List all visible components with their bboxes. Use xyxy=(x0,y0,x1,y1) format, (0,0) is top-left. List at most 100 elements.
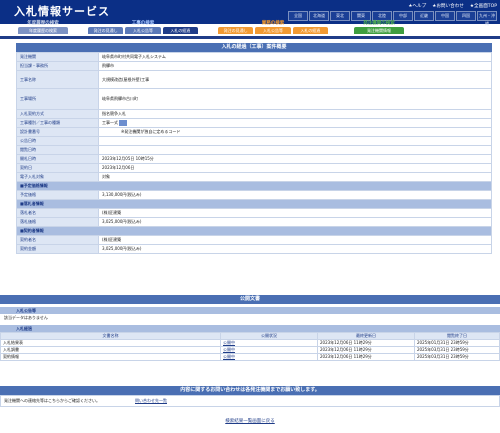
table-row: 工事場所 岐阜県飛驒市古川町 xyxy=(16,88,492,110)
table-header-row: 文書名称 公開状況 最終更新日 閲覧終了日 xyxy=(0,332,500,340)
col-status: 公開状況 xyxy=(220,332,318,340)
table-row: 落札価格 3,025,000円(税込み) xyxy=(16,217,492,227)
row-value: 2023年12月05日 10時15分 xyxy=(98,154,492,164)
table-row: 発注機関 岐阜県市町村共同電子入札システム xyxy=(16,52,492,62)
row-label: 予定価格 xyxy=(16,190,99,200)
table-row: 工事種別／工事の種類 工事一式 xyxy=(16,118,492,128)
section-row: ■予定価格情報 xyxy=(16,181,492,191)
construction-outlook-tab[interactable]: 発注の見通し xyxy=(88,27,124,34)
doc-status-link[interactable]: 公開中 xyxy=(220,353,318,361)
top-link[interactable]: ★全画面TOP xyxy=(470,3,497,9)
doc-updated: 2023年12月06日 11時29分 xyxy=(317,339,415,347)
row-value: 3,025,000円(税込み) xyxy=(98,217,492,227)
doc-name: 入札調書 xyxy=(0,346,221,354)
doc-updated: 2023年12月06日 11時29分 xyxy=(317,346,415,354)
nav-group-label: 業務の検索 xyxy=(261,21,285,26)
row-label: 契約日 xyxy=(16,163,99,173)
row-label: 契約金額 xyxy=(16,244,99,254)
inquiry-heading: 内容に関するお問い合わせは各発注機関までお願い致します。 xyxy=(0,386,500,395)
nav-group-label: 発注機関の検索 xyxy=(363,21,395,26)
agency-info-tab[interactable]: 発注機関情報 xyxy=(354,27,404,34)
detail-section: 入札の経過（工事）案件概要 発注機関 岐阜県市町村共同電子入札システム 担当課・事… xyxy=(16,43,492,254)
table-row: 入札調書 公開中 2023年12月06日 11時29分 2025年03月31日 … xyxy=(0,346,500,354)
row-label: 担当課・事務所 xyxy=(16,61,99,71)
row-value: 工事一式 xyxy=(98,118,492,128)
notice-heading: 入札公告等 xyxy=(0,307,500,314)
row-label: 設計書番号 xyxy=(16,127,99,137)
row-value xyxy=(98,145,492,155)
table-row: 入札契約方式 指名競争入札 xyxy=(16,109,492,119)
nav-group-service: 業務の検索 発注の見通し 入札公告等 入札の経過 xyxy=(218,20,328,34)
section-row: ■契約者情報 xyxy=(16,226,492,236)
progress-heading: 入札経過 xyxy=(0,325,500,332)
row-value: 飛驒市 xyxy=(98,61,492,71)
col-updated: 最終更新日 xyxy=(317,332,415,340)
contract-section-label: ■契約者情報 xyxy=(16,226,492,236)
table-row: 担当課・事務所 飛驒市 xyxy=(16,61,492,71)
row-value: 大規模改造(屋根外壁)工事 xyxy=(98,70,492,89)
doc-end: 2025年03月31日 23時59分 xyxy=(414,353,500,361)
history-search-button[interactable]: 年度履歴の検索 xyxy=(18,27,68,34)
inquiry-list-link[interactable]: 問い合わせ先一覧 xyxy=(134,396,167,406)
table-row: 閲覧日時 xyxy=(16,145,492,155)
doc-name: 入札結果表 xyxy=(0,339,221,347)
service-notice-tab[interactable]: 入札公告等 xyxy=(255,27,291,34)
table-row: 予定価格 3,130,000円(税込み) xyxy=(16,190,492,200)
table-row: 入札結果表 公開中 2023年12月06日 11時29分 2025年01月31日… xyxy=(0,339,500,347)
row-label: 公告日時 xyxy=(16,136,99,146)
row-value: 岐阜県市町村共同電子入札システム xyxy=(98,52,492,62)
doc-status-link[interactable]: 公開中 xyxy=(220,339,318,347)
col-doc-name: 文書名称 xyxy=(0,332,221,340)
row-label: 工事種別／工事の種類 xyxy=(16,118,99,128)
nav-group-label: 工事の検索 xyxy=(131,21,155,26)
nav-group-agency: 発注機関の検索 発注機関情報 xyxy=(354,20,404,34)
section-row: ■落札者情報 xyxy=(16,199,492,209)
help-link[interactable]: ★ヘルプ xyxy=(408,3,426,9)
row-label: 電子入札対象 xyxy=(16,172,99,182)
nav-underline xyxy=(0,36,500,39)
row-value: ※発注機関が独自に定めるコード xyxy=(98,127,492,137)
table-row: 設計書番号 ※発注機関が独自に定めるコード xyxy=(16,127,492,137)
row-value: (株)匠建築 xyxy=(98,235,492,245)
documents-heading: 公開文書 xyxy=(0,295,500,304)
doc-end: 2025年01月31日 23時59分 xyxy=(414,339,500,347)
table-row: 電子入札対象 対象 xyxy=(16,172,492,182)
nav-group-construction: 工事の検索 発注の見通し 入札公告等 入札の経過 xyxy=(88,20,198,34)
row-label: 契約者名 xyxy=(16,235,99,245)
row-value: 2023年12月06日 xyxy=(98,163,492,173)
back-to-results-link[interactable]: 検索結果一覧画面に戻る xyxy=(0,418,500,424)
doc-end: 2025年03月31日 23時59分 xyxy=(414,346,500,354)
table-row: 契約者名 (株)匠建築 xyxy=(16,235,492,245)
app-title: 入札情報サービス xyxy=(14,5,110,18)
doc-name: 契約情報 xyxy=(0,353,221,361)
row-label: 落札者名 xyxy=(16,208,99,218)
service-outlook-tab[interactable]: 発注の見通し xyxy=(218,27,254,34)
header-links: ★ヘルプ ★お問い合わせ ★全画面TOP xyxy=(408,3,497,9)
row-value: 3,130,000円(税込み) xyxy=(98,190,492,200)
table-row: 工事名称 大規模改造(屋根外壁)工事 xyxy=(16,70,492,89)
nav-group-history: 年度履歴の検索 年度履歴の検索 xyxy=(18,20,68,34)
construction-notice-tab[interactable]: 入札公告等 xyxy=(125,27,161,34)
documents-section: 公開文書 入札公告等 該当データはありません 入札経過 文書名称 公開状況 最終… xyxy=(0,295,500,361)
detail-heading: 入札の経過（工事）案件概要 xyxy=(16,43,492,52)
construction-result-tab[interactable]: 入札の経過 xyxy=(162,27,198,34)
row-value xyxy=(98,136,492,146)
row-value: 対象 xyxy=(98,172,492,182)
row-label: 発注機関 xyxy=(16,52,99,62)
row-value: (株)匠建築 xyxy=(98,208,492,218)
row-label: 開札日時 xyxy=(16,154,99,164)
contact-link[interactable]: ★お問い合わせ xyxy=(432,3,464,9)
doc-status-link[interactable]: 公開中 xyxy=(220,346,318,354)
row-value: 3,025,000円(税込み) xyxy=(98,244,492,254)
winner-section-label: ■落札者情報 xyxy=(16,199,492,209)
table-row: 開札日時 2023年12月05日 10時15分 xyxy=(16,154,492,164)
table-row: 契約日 2023年12月06日 xyxy=(16,163,492,173)
service-result-tab[interactable]: 入札の経過 xyxy=(292,27,328,34)
table-row: 公告日時 xyxy=(16,136,492,146)
detail-icon[interactable] xyxy=(119,120,128,126)
doc-updated: 2023年12月06日 11時29分 xyxy=(317,353,415,361)
row-value: 指名競争入札 xyxy=(98,109,492,119)
nav-bar: 年度履歴の検索 年度履歴の検索 工事の検索 発注の見通し 入札公告等 入札の経過… xyxy=(0,20,500,36)
documents-table: 文書名称 公開状況 最終更新日 閲覧終了日 入札結果表 公開中 2023年12月… xyxy=(0,332,500,361)
estimate-section-label: ■予定価格情報 xyxy=(16,181,492,191)
